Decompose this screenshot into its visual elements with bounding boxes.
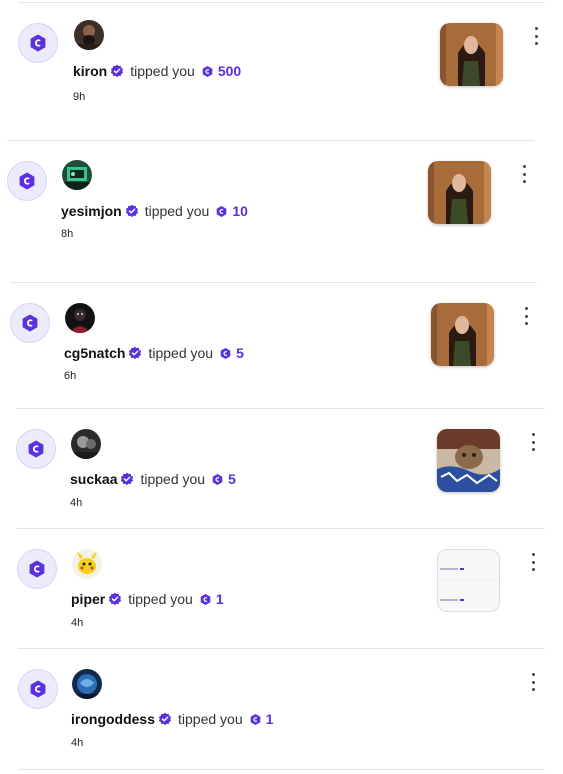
timestamp: 4h (70, 497, 83, 509)
username-link[interactable]: irongoddess (71, 711, 155, 727)
tip-amount: 1 (265, 711, 274, 727)
username-link[interactable]: suckaa (70, 471, 117, 487)
verified-badge-icon (108, 592, 122, 606)
action-text: tipped you (140, 471, 206, 487)
timestamp: 9h (73, 91, 86, 103)
verified-badge-icon (110, 64, 124, 78)
more-options-icon[interactable] (528, 553, 538, 571)
coin-badge-icon (17, 549, 57, 589)
timestamp: 6h (64, 370, 77, 382)
action-text: tipped you (128, 591, 193, 607)
tip-amount: 5 (236, 345, 244, 361)
notification-row[interactable]: kiron tipped you 500 9h (18, 2, 545, 141)
username-link[interactable]: cg5natch (64, 345, 125, 361)
timestamp: 4h (71, 617, 84, 629)
verified-badge-icon (158, 712, 172, 726)
coin-badge-icon (10, 303, 50, 343)
avatar[interactable] (65, 303, 95, 333)
post-thumbnail[interactable] (428, 161, 491, 224)
coin-icon (201, 65, 214, 78)
verified-badge-icon (125, 204, 139, 218)
post-thumbnail[interactable] (437, 549, 500, 612)
coin-icon (215, 205, 228, 218)
avatar[interactable] (71, 429, 101, 459)
more-options-icon[interactable] (519, 165, 529, 183)
action-text: tipped you (144, 203, 210, 219)
notification-row[interactable]: cg5natch tipped you 5 6h (10, 282, 537, 409)
coin-icon (219, 347, 232, 360)
verified-badge-icon (120, 472, 134, 486)
more-options-icon[interactable] (531, 27, 541, 45)
more-options-icon[interactable] (528, 673, 538, 691)
notification-row[interactable]: yesimjon tipped you 10 8h (7, 140, 534, 283)
action-text: tipped you (178, 711, 243, 727)
notification-row[interactable]: piper tipped you 1 4h (17, 528, 545, 649)
more-options-icon[interactable] (528, 433, 538, 451)
avatar[interactable] (72, 669, 102, 699)
notification-row[interactable]: irongoddess tipped you 1 4h (18, 648, 545, 769)
divider (18, 769, 545, 770)
action-text: tipped you (130, 63, 195, 79)
coin-badge-icon (16, 429, 56, 469)
avatar[interactable] (62, 160, 92, 190)
coin-badge-icon (18, 23, 58, 63)
username-link[interactable]: kiron (73, 63, 107, 79)
notification-row[interactable]: suckaa tipped you 5 4h (16, 408, 545, 529)
tip-amount: 5 (228, 471, 236, 487)
timestamp: 4h (71, 737, 84, 749)
timestamp: 8h (61, 228, 74, 240)
coin-badge-icon (18, 669, 58, 709)
tip-amount: 500 (217, 63, 242, 79)
coin-icon (199, 593, 212, 606)
coin-icon (249, 713, 262, 726)
coin-badge-icon (7, 161, 47, 201)
username-link[interactable]: yesimjon (61, 203, 122, 219)
action-text: tipped you (148, 345, 214, 361)
tip-amount: 10 (232, 203, 248, 219)
post-thumbnail[interactable] (431, 303, 494, 366)
more-options-icon[interactable] (521, 307, 531, 325)
avatar[interactable] (72, 549, 102, 579)
post-thumbnail[interactable] (440, 23, 503, 86)
post-thumbnail[interactable] (437, 429, 500, 492)
verified-badge-icon (128, 346, 142, 360)
avatar[interactable] (74, 20, 104, 50)
username-link[interactable]: piper (71, 591, 105, 607)
notification-feed: kiron tipped you 500 9h yesimjon tipped … (0, 0, 563, 774)
coin-icon (211, 473, 224, 486)
tip-amount: 1 (215, 591, 224, 607)
